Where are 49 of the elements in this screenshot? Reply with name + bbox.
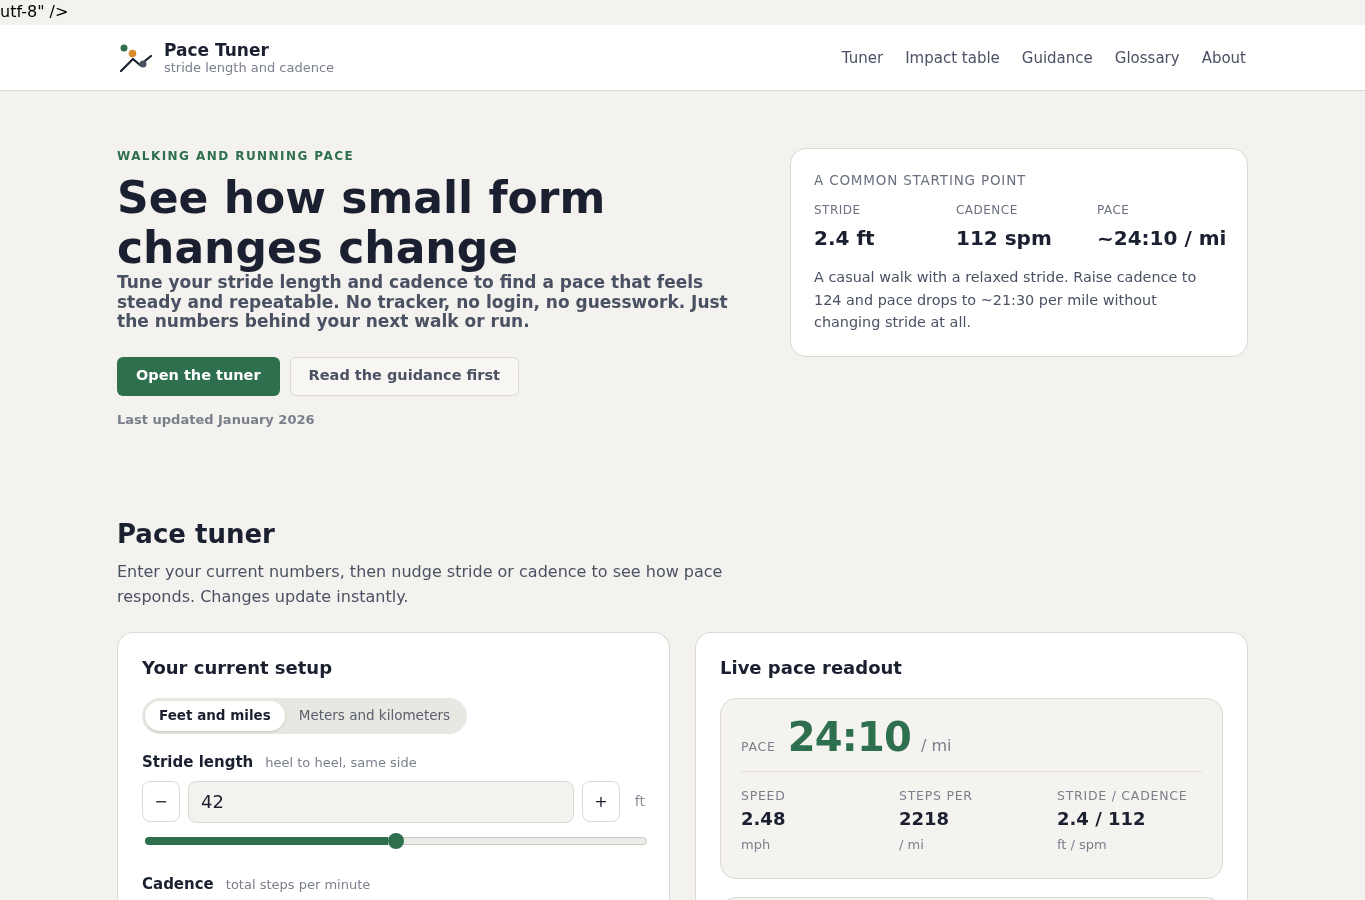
field-hint: heel to heel, same side: [265, 753, 417, 772]
nav-link[interactable]: Glossary: [1114, 46, 1180, 69]
nav-link[interactable]: Guidance: [1021, 46, 1093, 69]
unit-tab[interactable]: Meters and kilometers: [284, 700, 465, 731]
field-hint: total steps per minute: [225, 875, 371, 894]
stray-text: utf-8" />: [0, 2, 69, 21]
section-heading: Pace tuner: [117, 517, 276, 550]
pace-unit: / mi: [921, 734, 952, 757]
stat-value: 2218: [899, 806, 950, 831]
brand-tagline: stride length and cadence: [164, 59, 335, 76]
stat-value: 2.4 ft: [814, 225, 876, 251]
nav-link[interactable]: Impact table: [905, 46, 1000, 69]
stat-value: 2.48: [741, 806, 786, 831]
hero-lead: Tune your stride length and cadence to find a pace that feels steady and repeatable. No tracker, no login, no guesswork. Just the numbers behind your next walk or run.: [117, 273, 729, 332]
last-updated-text: Last updated January 2026: [117, 411, 315, 428]
stat-value: ~24:10 / mi: [1097, 225, 1227, 251]
slider-handle[interactable]: [388, 832, 404, 849]
stat-value: 112 spm: [956, 225, 1053, 251]
stat-unit: / mi: [899, 835, 924, 854]
guidance-button[interactable]: Read the guidance first: [289, 356, 520, 396]
nav-link[interactable]: About: [1201, 46, 1246, 69]
pace-label: PACE: [741, 737, 776, 756]
logo-icon: [120, 43, 152, 72]
nav-link[interactable]: Tuner: [841, 46, 884, 69]
unit-label: ft: [634, 792, 645, 811]
card-heading: Your current setup: [142, 655, 334, 680]
stat-value: 2.4 / 112: [1057, 806, 1146, 831]
open-tuner-button[interactable]: Open the tuner: [117, 356, 280, 396]
pace-value: 24:10: [787, 712, 912, 761]
brand-name: Pace Tuner: [164, 39, 270, 60]
stat-unit: ft / spm: [1057, 835, 1107, 854]
stat-label: PACE: [1097, 202, 1131, 218]
card-note: A casual walk with a relaxed stride. Raise cadence to 124 and pace drops to ~21:30 per mile without changing stride at all.: [814, 268, 1198, 332]
section-intro: Enter your current numbers, then nudge stride or cadence to see how pace responds. Changes update instantly.: [117, 560, 724, 608]
card-title: A COMMON STARTING POINT: [814, 171, 1028, 189]
increment-button[interactable]: +: [581, 781, 620, 822]
card-heading: Live pace readout: [720, 655, 903, 680]
decrement-button[interactable]: −: [142, 781, 180, 822]
stat-label: CADENCE: [956, 202, 1019, 218]
eyebrow-label: WALKING AND RUNNING PACE: [117, 148, 355, 164]
field-label: Stride length: [142, 751, 254, 773]
stride-input[interactable]: 42: [188, 780, 574, 823]
unit-tab[interactable]: Feet and miles: [145, 700, 285, 731]
field-label: Cadence: [142, 873, 214, 895]
stat-label: STEPS PER: [899, 787, 973, 804]
stat-label: SPEED: [741, 787, 786, 804]
stat-label: STRIDE: [814, 202, 862, 218]
stat-unit: mph: [741, 835, 771, 854]
stat-label: STRIDE / CADENCE: [1057, 787, 1188, 804]
